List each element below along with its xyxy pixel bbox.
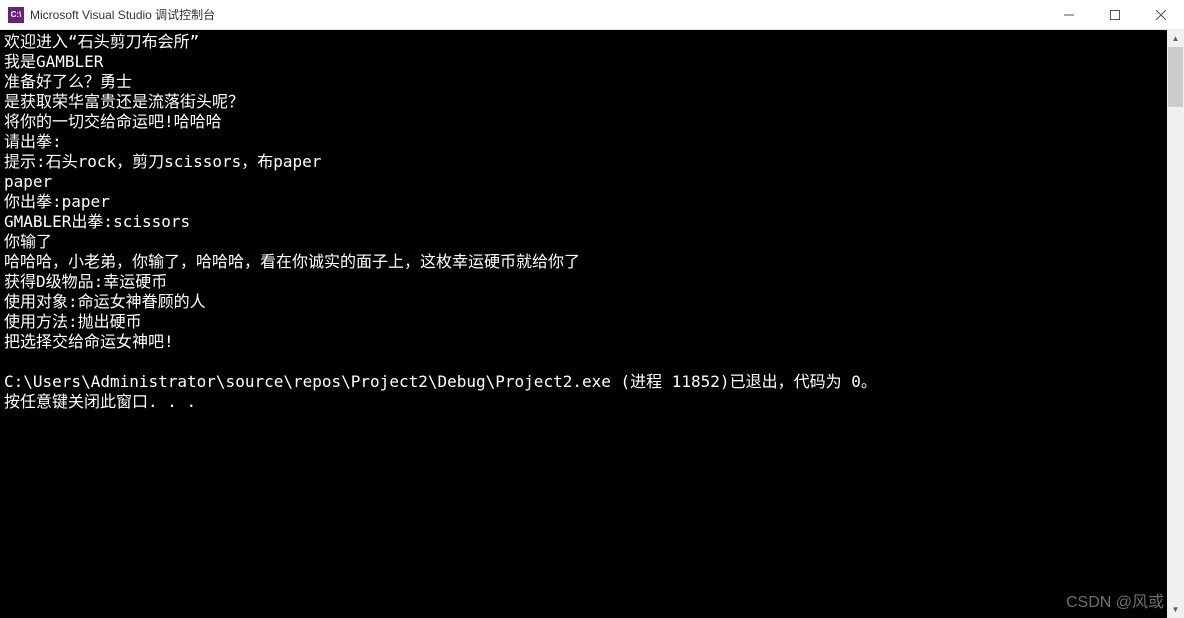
window-controls	[1046, 0, 1184, 29]
minimize-button[interactable]	[1046, 0, 1092, 29]
close-button[interactable]	[1138, 0, 1184, 29]
maximize-button[interactable]	[1092, 0, 1138, 29]
scroll-up-arrow[interactable]: ▲	[1167, 30, 1184, 47]
vertical-scrollbar[interactable]: ▲ ▼	[1167, 30, 1184, 618]
console-area: 欢迎进入“石头剪刀布会所” 我是GAMBLER 准备好了么？勇士 是获取荣华富贵…	[0, 30, 1184, 618]
console-output[interactable]: 欢迎进入“石头剪刀布会所” 我是GAMBLER 准备好了么？勇士 是获取荣华富贵…	[0, 30, 1167, 618]
scrollbar-thumb[interactable]	[1168, 47, 1183, 107]
app-icon: C:\	[8, 7, 24, 23]
scroll-down-arrow[interactable]: ▼	[1167, 601, 1184, 618]
window-title: Microsoft Visual Studio 调试控制台	[30, 6, 1046, 23]
window-titlebar: C:\ Microsoft Visual Studio 调试控制台	[0, 0, 1184, 30]
